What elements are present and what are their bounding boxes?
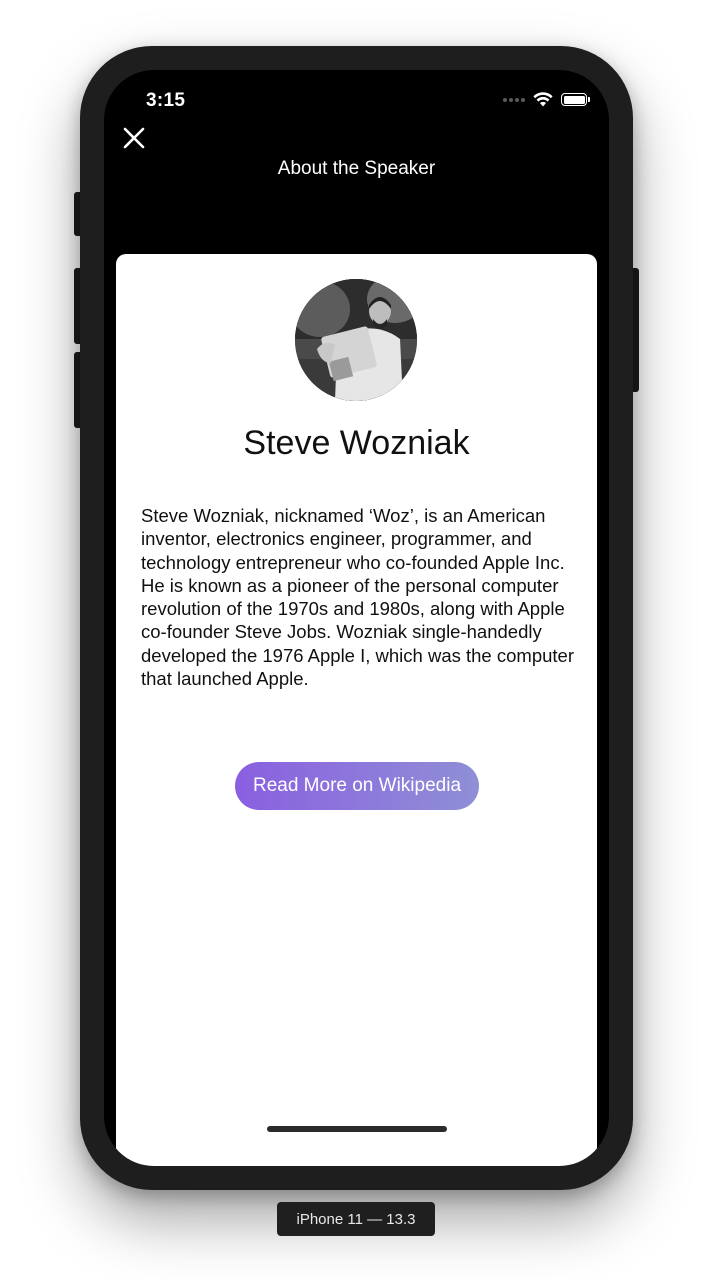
speaker-photo <box>295 279 417 401</box>
speaker-avatar <box>295 279 417 401</box>
phone-screen: 3:15 About the Speaker Steve Wozniak Ste… <box>104 70 609 1166</box>
home-indicator[interactable] <box>267 1126 447 1132</box>
battery-icon <box>561 93 590 106</box>
cellular-signal-icon <box>503 97 525 102</box>
notch <box>216 70 497 112</box>
simulator-device-label: iPhone 11 — 13.3 <box>277 1202 435 1236</box>
speaker-name: Steve Wozniak <box>243 424 470 462</box>
read-more-wikipedia-button[interactable]: Read More on Wikipedia <box>235 762 479 810</box>
status-icons <box>503 92 590 107</box>
speaker-sheet: Steve Wozniak Steve Wozniak, nicknamed ‘… <box>116 254 597 1166</box>
close-icon <box>123 127 145 149</box>
phone-frame: 3:15 About the Speaker Steve Wozniak Ste… <box>80 46 633 1190</box>
status-time: 3:15 <box>146 90 186 111</box>
nav-title: About the Speaker <box>277 158 436 179</box>
simulator-stage: 3:15 About the Speaker Steve Wozniak Ste… <box>0 0 713 1280</box>
wifi-icon <box>533 92 553 107</box>
speaker-bio: Steve Wozniak, nicknamed ‘Woz’, is an Am… <box>141 505 574 690</box>
close-button[interactable] <box>120 124 148 152</box>
